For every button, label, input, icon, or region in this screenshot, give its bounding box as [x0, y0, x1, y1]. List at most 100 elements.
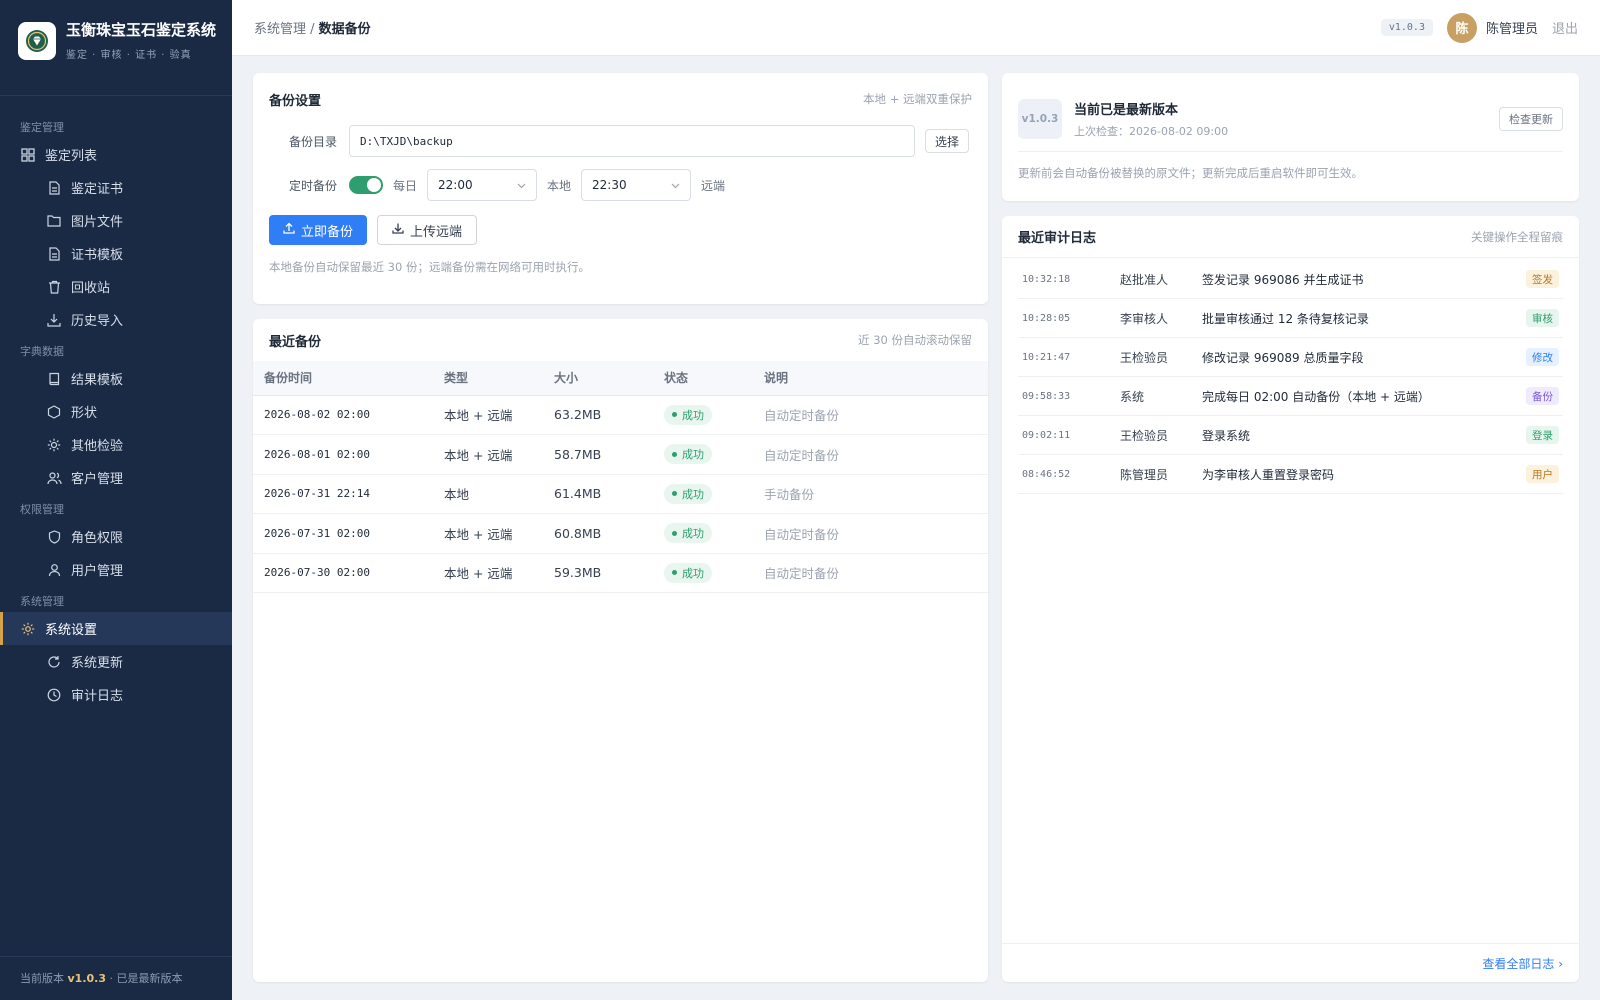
upload-icon: [283, 222, 301, 238]
sidebar-item-result-templates[interactable]: 结果模板: [0, 362, 232, 395]
schedule-toggle[interactable]: [349, 176, 383, 194]
app-title: 玉衡珠宝玉石鉴定系统: [66, 21, 217, 39]
status-badge: 成功: [664, 483, 712, 504]
breadcrumb-parent[interactable]: 系统管理 /: [254, 22, 319, 37]
sidebar-item-customers[interactable]: 客户管理: [0, 461, 232, 494]
topbar: 系统管理 / 数据备份 v1.0.3 陈 陈管理员 退出: [232, 0, 1600, 56]
sidebar-item-users[interactable]: 用户管理: [0, 553, 232, 586]
log-row[interactable]: 10:28:05 李审核人 批量审核通过 12 条待复核记录 审核: [1018, 299, 1563, 338]
user-icon: [46, 562, 62, 578]
status-badge: 成功: [664, 562, 712, 583]
gear-icon: [20, 621, 36, 637]
log-time: 10:21:47: [1022, 351, 1071, 363]
user-name[interactable]: 陈管理员: [1486, 18, 1538, 37]
card-hint: 本地 + 远端双重保护: [863, 92, 972, 106]
sidebar-item-label: 证书模板: [71, 248, 124, 263]
log-row[interactable]: 08:46:52 陈管理员 为李审核人重置登录密码 用户: [1018, 455, 1563, 494]
sidebar-item-audit-log[interactable]: 审计日志: [0, 678, 232, 711]
sidebar-item-label: 鉴定证书: [71, 182, 124, 197]
remote-label: 远端: [701, 178, 726, 193]
card-title: 最近备份: [269, 334, 322, 350]
backup-time: 2026-07-31 22:14: [253, 474, 433, 514]
sidebar-item-image-files[interactable]: 图片文件: [0, 204, 232, 237]
sidebar-item-label: 结果模板: [71, 373, 124, 388]
table-row[interactable]: 2026-08-02 02:00 本地 + 远端 63.2MB 成功 自动定时备…: [253, 395, 988, 435]
backup-type: 本地 + 远端: [433, 513, 543, 554]
nav-group-system: 系统管理: [20, 595, 64, 608]
table-row[interactable]: 2026-07-31 22:14 本地 61.4MB 成功 手动备份: [253, 474, 988, 514]
log-user: 王检验员: [1120, 350, 1169, 365]
choose-dir-button[interactable]: 选择: [925, 129, 970, 153]
view-all-logs-link[interactable]: 查看全部日志 ›: [1482, 955, 1563, 972]
grid-icon: [20, 147, 36, 163]
avatar[interactable]: 陈: [1446, 12, 1477, 43]
backup-now-button[interactable]: 立即备份: [269, 215, 368, 245]
log-tag-badge: 审核: [1526, 309, 1559, 327]
sidebar-item-history-import[interactable]: 历史导入: [0, 303, 232, 336]
sidebar-item-system-update[interactable]: 系统更新: [0, 645, 232, 678]
backup-size: 61.4MB: [543, 474, 653, 514]
log-time: 09:02:11: [1022, 429, 1071, 441]
sidebar-item-appraisal-list[interactable]: 鉴定列表: [0, 138, 232, 171]
sidebar-item-label: 系统设置: [45, 623, 98, 638]
sidebar-item-cert-templates[interactable]: 证书模板: [0, 237, 232, 270]
local-label: 本地: [547, 178, 572, 193]
sidebar-item-certificates[interactable]: 鉴定证书: [0, 171, 232, 204]
status-badge: 成功: [664, 444, 712, 465]
sidebar-item-shapes[interactable]: 形状: [0, 395, 232, 428]
log-user: 系统: [1120, 389, 1145, 404]
column-header: 类型: [433, 361, 543, 396]
breadcrumb-current: 数据备份: [318, 22, 371, 37]
version-status-title: 当前已是最新版本: [1074, 103, 1179, 118]
backup-size: 63.2MB: [543, 395, 653, 435]
backup-dir-input[interactable]: D:\TXJD\backup: [349, 125, 915, 157]
backup-time: 2026-07-30 02:00: [253, 553, 433, 593]
hexagon-icon: [46, 404, 62, 420]
sidebar-item-recycle-bin[interactable]: 回收站: [0, 270, 232, 303]
backup-desc: 自动定时备份: [753, 395, 988, 435]
backup-type: 本地: [433, 474, 543, 514]
backup-settings-card: 备份设置 本地 + 远端双重保护 备份目录 D:\TXJD\backup 选择 …: [253, 73, 988, 304]
table-row[interactable]: 2026-08-01 02:00 本地 + 远端 58.7MB 成功 自动定时备…: [253, 434, 988, 475]
schedule-label: 定时备份: [288, 178, 337, 193]
log-row[interactable]: 10:21:47 王检验员 修改记录 969089 总质量字段 修改: [1018, 338, 1563, 377]
sidebar-item-roles[interactable]: 角色权限: [0, 520, 232, 553]
table-row[interactable]: 2026-07-31 02:00 本地 + 远端 60.8MB 成功 自动定时备…: [253, 513, 988, 554]
log-tag-badge: 修改: [1526, 348, 1559, 366]
folder-icon: [46, 213, 62, 229]
sidebar-item-other-tests[interactable]: 其他检验: [0, 428, 232, 461]
sidebar-item-label: 形状: [71, 406, 98, 421]
status-badge: 成功: [664, 404, 712, 425]
backup-type: 本地 + 远端: [433, 395, 543, 435]
table-row[interactable]: 2026-07-30 02:00 本地 + 远端 59.3MB 成功 自动定时备…: [253, 553, 988, 593]
sidebar-item-label: 历史导入: [71, 314, 124, 329]
log-tag-badge: 用户: [1526, 465, 1559, 483]
backups-table: 备份时间 类型 大小 状态 说明 2026-08-02 02:00 本地 + 远…: [253, 361, 988, 593]
backup-type: 本地 + 远端: [433, 434, 543, 475]
last-check-time: 上次检查：2026-08-02 09:00: [1074, 125, 1229, 138]
log-row[interactable]: 09:02:11 王检验员 登录系统 登录: [1018, 416, 1563, 455]
download-icon: [46, 312, 62, 328]
log-row[interactable]: 10:32:18 赵批准人 签发记录 969086 并生成证书 签发: [1018, 260, 1563, 299]
column-header: 状态: [653, 361, 753, 396]
local-time-select[interactable]: 22:00: [427, 169, 538, 201]
log-tag-badge: 签发: [1526, 270, 1559, 288]
remote-time-select[interactable]: 22:30: [581, 169, 692, 201]
backup-desc: 自动定时备份: [753, 434, 988, 475]
app-subtitle: 鉴定 · 审核 · 证书 · 验真: [66, 50, 192, 61]
log-action: 批量审核通过 12 条待复核记录: [1202, 311, 1369, 326]
footer-status: · 已是最新版本: [106, 972, 183, 985]
log-row[interactable]: 09:58:33 系统 完成每日 02:00 自动备份（本地 + 远端） 备份: [1018, 377, 1563, 416]
sidebar-item-system-settings[interactable]: 系统设置: [0, 612, 232, 645]
logout-link[interactable]: 退出: [1552, 18, 1578, 37]
check-update-button[interactable]: 检查更新: [1499, 107, 1563, 131]
logo-gem-icon: [18, 22, 56, 60]
users-icon: [46, 470, 62, 486]
upload-remote-button[interactable]: 上传远端: [377, 215, 478, 245]
backup-time: 2026-08-02 02:00: [253, 395, 433, 435]
version-badge: v1.0.3: [1380, 19, 1433, 36]
column-header: 大小: [543, 361, 653, 396]
backup-type: 本地 + 远端: [433, 553, 543, 593]
refresh-icon: [46, 654, 62, 670]
backup-desc: 自动定时备份: [753, 553, 988, 593]
